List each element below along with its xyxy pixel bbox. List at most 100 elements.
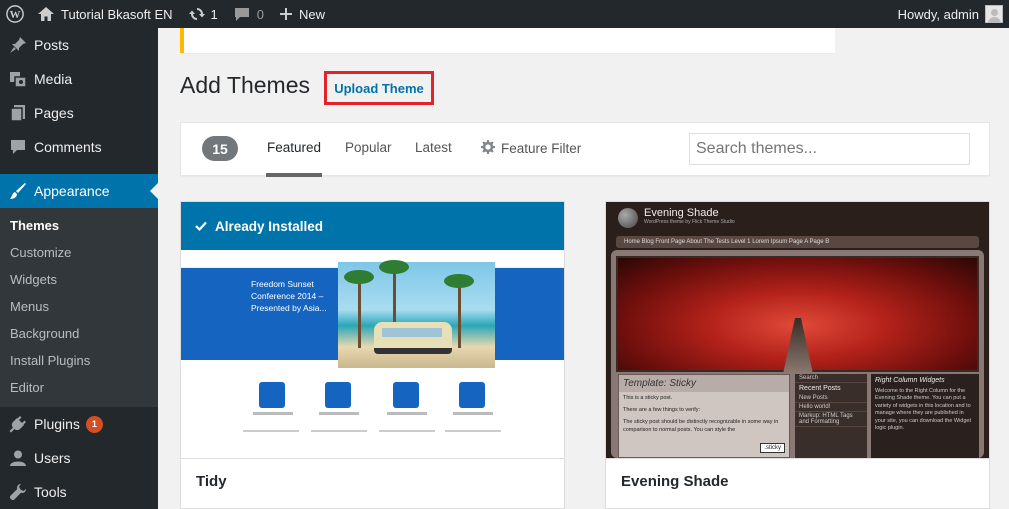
wrench-icon [8, 482, 28, 502]
menu-comments[interactable]: Comments [0, 130, 158, 164]
palm-tree [344, 270, 374, 348]
pin-icon [8, 35, 28, 55]
menu-posts-label: Posts [34, 37, 70, 53]
theme-card-evening-shade[interactable]: Evening Shade WordPress theme by Flick T… [605, 201, 990, 509]
pages-icon [8, 103, 28, 123]
users-icon [8, 448, 28, 468]
theme-name: Evening Shade [606, 458, 989, 508]
evening-shade-logo-icon [618, 208, 638, 228]
updates-icon [188, 6, 205, 22]
feature-icon [259, 382, 285, 408]
already-installed-label: Already Installed [215, 218, 324, 234]
es-post-line: There are a few things to verify: [623, 407, 701, 413]
submenu-menus[interactable]: Menus [0, 293, 158, 320]
es-recent-heading: Recent Posts [799, 385, 841, 392]
admin-notice [180, 28, 835, 53]
tidy-preview-hero: Freedom Sunset Conference 2014 – Present… [181, 260, 564, 368]
es-search-button: Search [795, 374, 867, 383]
menu-appearance-label: Appearance [34, 183, 110, 199]
comment-bubble-icon [234, 7, 250, 22]
tidy-preview-features [181, 380, 564, 458]
tab-latest[interactable]: Latest [415, 140, 452, 155]
menu-users[interactable]: Users [0, 441, 158, 475]
comments-count: 0 [256, 6, 264, 22]
feature-text-line [243, 430, 299, 432]
feature-icon [393, 382, 419, 408]
es-post-title: Template: Sticky [619, 375, 789, 392]
feature-text-line [311, 430, 367, 432]
submenu-background[interactable]: Background [0, 320, 158, 347]
es-preview-post: Template: Sticky This is a sticky post. … [618, 374, 790, 458]
menu-appearance[interactable]: Appearance [0, 174, 158, 208]
gear-icon [481, 140, 501, 157]
theme-name: Tidy [181, 458, 564, 508]
es-preview-nav: Home Blog Front Page About The Tests Lev… [616, 236, 979, 248]
submenu-install-plugins[interactable]: Install Plugins [0, 347, 158, 374]
comments-link[interactable]: 0 [226, 0, 272, 28]
palm-tree [444, 274, 474, 348]
es-recent-item: Markup: HTML Tags and Formatting [795, 412, 867, 427]
menu-tools-label: Tools [34, 484, 67, 500]
menu-posts[interactable]: Posts [0, 28, 158, 62]
plus-icon [279, 8, 292, 20]
updates-link[interactable]: 1 [181, 0, 226, 28]
appearance-submenu: Themes Customize Widgets Menus Backgroun… [0, 208, 158, 407]
es-preview-title: Evening Shade [644, 207, 719, 219]
upload-theme-button[interactable]: Upload Theme [324, 71, 434, 105]
site-name: Tutorial Bkasoft EN [61, 6, 173, 22]
feature-caption [387, 412, 427, 415]
wordpress-logo-icon[interactable]: W [0, 0, 30, 28]
submenu-themes[interactable]: Themes [0, 212, 158, 239]
menu-media[interactable]: Media [0, 62, 158, 96]
feature-text-line [379, 430, 435, 432]
es-preview-subtitle: WordPress theme by Flick Theme Studio [644, 219, 735, 225]
feature-icon [325, 382, 351, 408]
es-photo-path [783, 318, 813, 374]
es-post-line: This is a sticky post. [623, 395, 673, 401]
es-preview-right-column: Right Column Widgets Welcome to the Righ… [871, 374, 979, 458]
site-name-link[interactable]: Tutorial Bkasoft EN [30, 0, 181, 28]
checkmark-icon [195, 219, 215, 234]
plug-icon [8, 414, 28, 434]
feature-icon [459, 382, 485, 408]
theme-screenshot[interactable]: Evening Shade WordPress theme by Flick T… [606, 202, 989, 458]
submenu-widgets[interactable]: Widgets [0, 266, 158, 293]
admin-bar: W Tutorial Bkasoft EN 1 0 New Howdy, adm… [0, 0, 1009, 28]
new-content-link[interactable]: New [272, 0, 333, 28]
menu-pages[interactable]: Pages [0, 96, 158, 130]
updates-count: 1 [210, 6, 218, 22]
feature-caption [453, 412, 493, 415]
tab-featured[interactable]: Featured [265, 140, 323, 177]
theme-filter-bar: 15 Featured Popular Latest Feature Filte… [180, 122, 990, 177]
search-themes-input[interactable] [689, 133, 970, 165]
es-recent-item: Hello world! [795, 403, 867, 412]
tab-popular[interactable]: Popular [345, 140, 392, 155]
es-sticky-tag: .sticky [760, 443, 785, 453]
es-preview-middle-column: Search Recent Posts New Posts Hello worl… [795, 374, 867, 458]
tidy-hero-photo [338, 260, 495, 368]
comments-icon [8, 137, 28, 157]
es-right-heading: Right Column Widgets [875, 377, 945, 384]
menu-pages-label: Pages [34, 105, 74, 121]
feature-filter-link[interactable]: Feature Filter [481, 140, 581, 157]
theme-count-badge: 15 [202, 136, 238, 161]
camper-van [374, 322, 452, 354]
feature-caption [253, 412, 293, 415]
my-account-link[interactable]: Howdy, admin [890, 0, 1009, 28]
svg-text:W: W [10, 9, 21, 21]
theme-screenshot[interactable]: Already Installed Freedom Sunset Confere… [181, 202, 564, 458]
plugins-update-badge: 1 [85, 415, 103, 433]
avatar [985, 5, 1003, 23]
home-icon [38, 7, 54, 21]
new-label: New [298, 6, 325, 22]
menu-media-label: Media [34, 71, 73, 87]
es-preview-photo [616, 256, 979, 374]
menu-users-label: Users [34, 450, 71, 466]
main-content: Add Themes Upload Theme 15 Featured Popu… [158, 28, 1009, 509]
theme-card-tidy[interactable]: Already Installed Freedom Sunset Confere… [180, 201, 565, 509]
es-post-line: The sticky post should be distinctly rec… [623, 419, 779, 433]
menu-tools[interactable]: Tools [0, 475, 158, 509]
submenu-customize[interactable]: Customize [0, 239, 158, 266]
menu-plugins[interactable]: Plugins 1 [0, 407, 158, 441]
submenu-editor[interactable]: Editor [0, 374, 158, 401]
